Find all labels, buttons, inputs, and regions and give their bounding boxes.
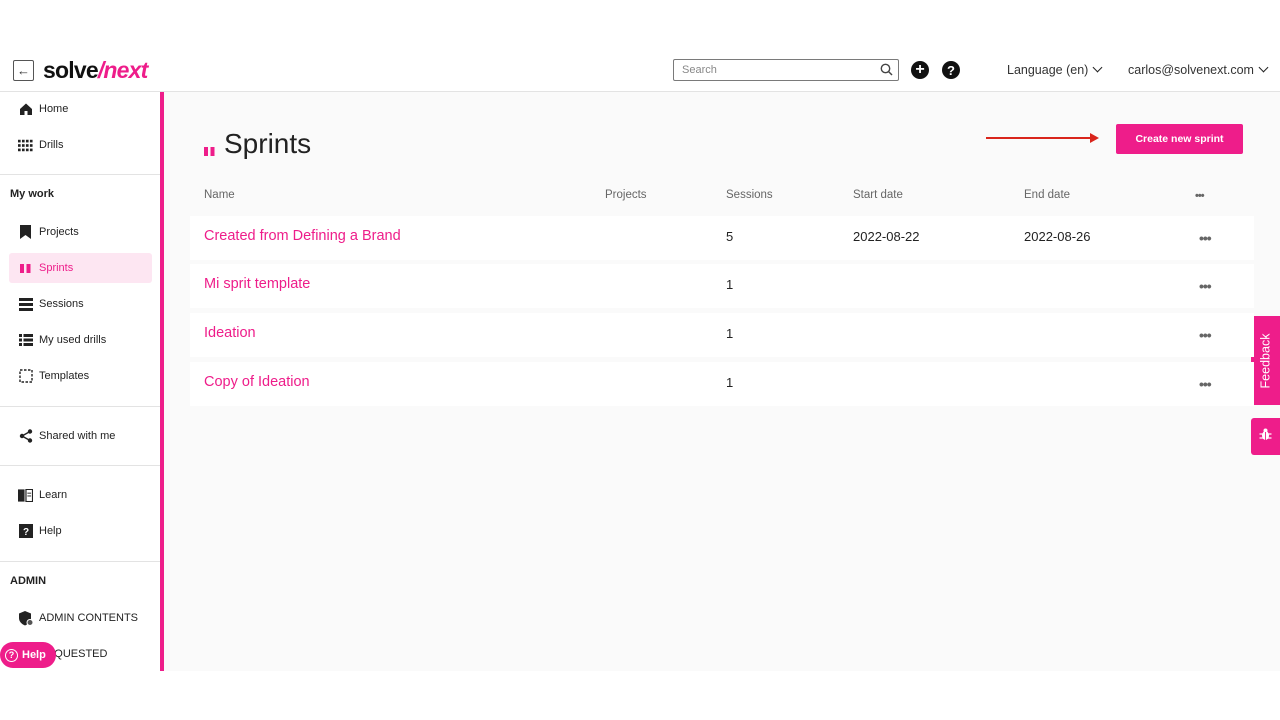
- app-window: ← solve/next + ? Language (en) carlos@so…: [0, 48, 1280, 671]
- sidebar-divider: [0, 561, 160, 562]
- add-icon[interactable]: +: [911, 61, 929, 79]
- sprint-name-link[interactable]: Copy of Ideation: [204, 374, 310, 390]
- column-menu-icon[interactable]: •••: [1195, 191, 1205, 202]
- chevron-down-icon: [1258, 62, 1269, 73]
- svg-text:?: ?: [22, 527, 28, 538]
- sidebar-divider: [0, 406, 160, 407]
- grid-icon: [18, 138, 33, 153]
- help-question-icon[interactable]: ?: [942, 61, 960, 79]
- sidebar: Home Drills My work Projects Sprints Ses…: [0, 92, 164, 671]
- sidebar-heading-admin: ADMIN: [10, 575, 47, 587]
- sprint-name-link[interactable]: Ideation: [204, 325, 256, 341]
- sidebar-item-sprints[interactable]: Sprints: [9, 253, 152, 283]
- sidebar-item-shared-with-me[interactable]: Shared with me: [0, 421, 160, 451]
- sidebar-item-drills[interactable]: Drills: [0, 130, 160, 160]
- feedback-tab[interactable]: Feedback: [1251, 316, 1280, 405]
- sprint-sessions: 1: [726, 375, 734, 390]
- sprint-end-date: 2022-08-26: [1024, 229, 1091, 244]
- sidebar-item-help[interactable]: ? Help: [0, 516, 160, 546]
- sprint-title-icon: [204, 143, 215, 161]
- home-icon: [18, 102, 33, 117]
- help-circle-icon: ?: [5, 648, 18, 662]
- search-box: [673, 59, 899, 81]
- sprint-name-link[interactable]: Created from Defining a Brand: [204, 228, 401, 244]
- user-menu[interactable]: carlos@solvenext.com: [1128, 62, 1269, 77]
- book-icon: [18, 488, 33, 503]
- row-menu-icon[interactable]: •••: [1199, 377, 1212, 391]
- sprint-sessions: 5: [726, 229, 734, 244]
- annotation-arrow: [986, 137, 1092, 139]
- sidebar-item-my-used-drills[interactable]: My used drills: [0, 325, 160, 355]
- column-header-projects[interactable]: Projects: [605, 189, 647, 201]
- bug-report-button[interactable]: [1251, 418, 1280, 455]
- stack-icon: [18, 297, 33, 312]
- sidebar-item-projects[interactable]: Projects: [0, 217, 160, 247]
- help-pill-button[interactable]: ? Help: [0, 642, 56, 668]
- search-input[interactable]: [674, 60, 864, 80]
- sprint-sessions: 1: [726, 326, 734, 341]
- table-row[interactable]: Ideation 1 •••: [190, 313, 1254, 357]
- sidebar-divider: [0, 174, 160, 175]
- share-icon: [18, 429, 33, 444]
- sidebar-item-sessions[interactable]: Sessions: [0, 289, 160, 319]
- sprint-icon: [18, 261, 33, 276]
- language-selector[interactable]: Language (en): [1007, 62, 1103, 77]
- template-icon: [18, 369, 33, 384]
- sidebar-item-learn[interactable]: Learn: [0, 480, 160, 510]
- help-icon: ?: [18, 524, 33, 539]
- bookmark-icon: [18, 225, 33, 240]
- row-menu-icon[interactable]: •••: [1199, 279, 1212, 293]
- column-header-start-date[interactable]: Start date: [853, 189, 903, 201]
- back-arrow-icon[interactable]: ←: [13, 60, 34, 81]
- sidebar-divider: [0, 465, 160, 466]
- annotation-arrow-head: [1090, 133, 1099, 143]
- sidebar-item-home[interactable]: Home: [0, 94, 160, 124]
- sprint-sessions: 1: [726, 277, 734, 292]
- top-bar: ← solve/next + ? Language (en) carlos@so…: [0, 48, 1280, 92]
- list-icon: [18, 333, 33, 348]
- table-row[interactable]: Copy of Ideation 1 •••: [190, 362, 1254, 406]
- column-header-end-date[interactable]: End date: [1024, 189, 1070, 201]
- bug-icon: [1259, 428, 1272, 446]
- logo[interactable]: solve/next: [43, 57, 148, 84]
- search-icon[interactable]: [880, 63, 893, 81]
- table-row[interactable]: Mi sprit template 1 •••: [190, 264, 1254, 308]
- sprint-name-link[interactable]: Mi sprit template: [204, 276, 310, 292]
- sidebar-item-admin-contents[interactable]: ADMIN CONTENTS: [0, 603, 160, 633]
- sidebar-item-templates[interactable]: Templates: [0, 361, 160, 391]
- page-title: Sprints: [224, 128, 312, 159]
- sidebar-heading-my-work: My work: [10, 188, 55, 200]
- column-header-name[interactable]: Name: [204, 189, 235, 201]
- chevron-down-icon: [1092, 62, 1103, 73]
- row-menu-icon[interactable]: •••: [1199, 328, 1212, 342]
- column-header-sessions[interactable]: Sessions: [726, 189, 773, 201]
- table-row[interactable]: Created from Defining a Brand 5 2022-08-…: [190, 216, 1254, 260]
- sprint-start-date: 2022-08-22: [853, 229, 920, 244]
- create-new-sprint-button[interactable]: Create new sprint: [1116, 124, 1243, 154]
- admin-shield-icon: [18, 610, 33, 626]
- row-menu-icon[interactable]: •••: [1199, 231, 1212, 245]
